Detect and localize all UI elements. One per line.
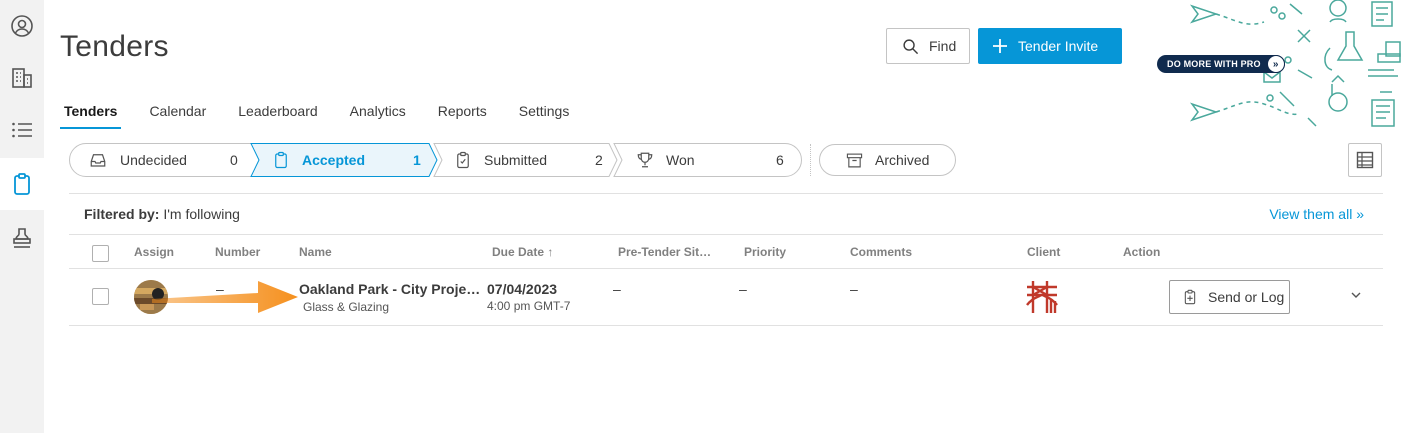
stage-divider [810, 144, 811, 176]
clipboard-check-icon [457, 151, 469, 169]
find-label: Find [929, 38, 957, 54]
rail-tenders[interactable] [0, 158, 44, 210]
divider [69, 193, 1383, 194]
building-icon [12, 68, 32, 88]
double-chevron-right-icon: » [1266, 55, 1285, 73]
table-settings-button[interactable] [1348, 143, 1382, 177]
column-header-action: Action [1123, 245, 1161, 259]
page-title: Tenders [60, 30, 169, 63]
client-logo-icon [1026, 281, 1058, 313]
stage-undecided-count: 0 [230, 152, 238, 168]
tab-analytics[interactable]: Analytics [346, 103, 410, 129]
filter-value: I'm following [163, 206, 240, 222]
row-due-date: 07/04/2023 [487, 281, 558, 297]
archived-button[interactable]: Archived [819, 144, 956, 176]
stage-submitted-label[interactable]: Submitted [484, 143, 547, 177]
stage-won-count: 6 [776, 152, 784, 168]
do-more-with-pro-badge[interactable]: DO MORE WITH PRO » [1157, 55, 1285, 73]
row-comments: – [850, 281, 858, 297]
select-all-checkbox[interactable] [92, 245, 109, 262]
tab-reports[interactable]: Reports [434, 103, 491, 129]
filter-prefix: Filtered by: [84, 206, 160, 222]
filter-summary: Filtered by: I'm following [84, 206, 240, 222]
stage-submitted-count: 2 [595, 152, 603, 168]
column-header-assign[interactable]: Assign [134, 245, 174, 259]
send-or-log-label: Send or Log [1208, 289, 1285, 305]
divider [69, 234, 1383, 235]
clipboard-icon [14, 173, 30, 195]
clipboard-icon [275, 151, 287, 169]
stage-accepted-count: 1 [413, 152, 421, 168]
archive-box-icon [846, 153, 863, 167]
table-grid-icon [1356, 151, 1374, 169]
tab-calendar[interactable]: Calendar [145, 103, 210, 129]
search-icon [903, 38, 919, 54]
annotation-arrow-icon [152, 281, 298, 313]
left-rail [0, 0, 44, 433]
trophy-icon [637, 152, 653, 168]
inbox-tray-icon [90, 154, 106, 167]
main-tabs: Tenders Calendar Leaderboard Analytics R… [60, 103, 597, 129]
archived-label: Archived [875, 152, 930, 168]
tab-leaderboard[interactable]: Leaderboard [234, 103, 321, 129]
row-pre-tender: – [613, 281, 621, 297]
stage-undecided-label[interactable]: Undecided [120, 143, 187, 177]
divider [69, 268, 1383, 269]
tender-invite-label: Tender Invite [1018, 38, 1099, 54]
column-header-priority[interactable]: Priority [744, 245, 786, 259]
view-them-all-link[interactable]: View them all » [1269, 206, 1364, 222]
user-circle-icon [11, 15, 33, 37]
divider [69, 325, 1383, 326]
chevron-down-icon[interactable] [1350, 289, 1362, 301]
row-due-time: 4:00 pm GMT-7 [487, 299, 571, 313]
stage-accepted-label[interactable]: Accepted [302, 143, 365, 177]
column-header-client[interactable]: Client [1027, 245, 1060, 259]
plus-icon [993, 39, 1007, 53]
row-checkbox[interactable] [92, 288, 109, 305]
tab-tenders[interactable]: Tenders [60, 103, 122, 129]
stage-won-label[interactable]: Won [666, 143, 695, 177]
pro-promo-label: DO MORE WITH PRO [1167, 59, 1261, 69]
rail-companies[interactable] [0, 52, 44, 104]
row-priority: – [739, 281, 747, 297]
column-header-comments[interactable]: Comments [850, 245, 912, 259]
rail-stamp[interactable] [0, 212, 44, 264]
rail-list[interactable] [0, 104, 44, 156]
tab-settings[interactable]: Settings [515, 103, 574, 129]
column-header-pre-tender[interactable]: Pre-Tender Sit… [618, 245, 711, 259]
find-button[interactable]: Find [886, 28, 970, 64]
clipboard-plus-icon [1184, 289, 1196, 305]
row-trade: Glass & Glazing [303, 300, 390, 314]
stamp-icon [13, 228, 31, 248]
column-header-name[interactable]: Name [299, 245, 332, 259]
column-header-number[interactable]: Number [215, 245, 260, 259]
list-icon [12, 122, 32, 138]
send-or-log-button[interactable]: Send or Log [1169, 280, 1290, 314]
column-header-due-date[interactable]: Due Date ↑ [492, 245, 553, 259]
row-name[interactable]: Oakland Park - City Proje… [299, 281, 480, 297]
rail-profile[interactable] [0, 0, 44, 52]
tender-invite-button[interactable]: Tender Invite [978, 28, 1122, 64]
